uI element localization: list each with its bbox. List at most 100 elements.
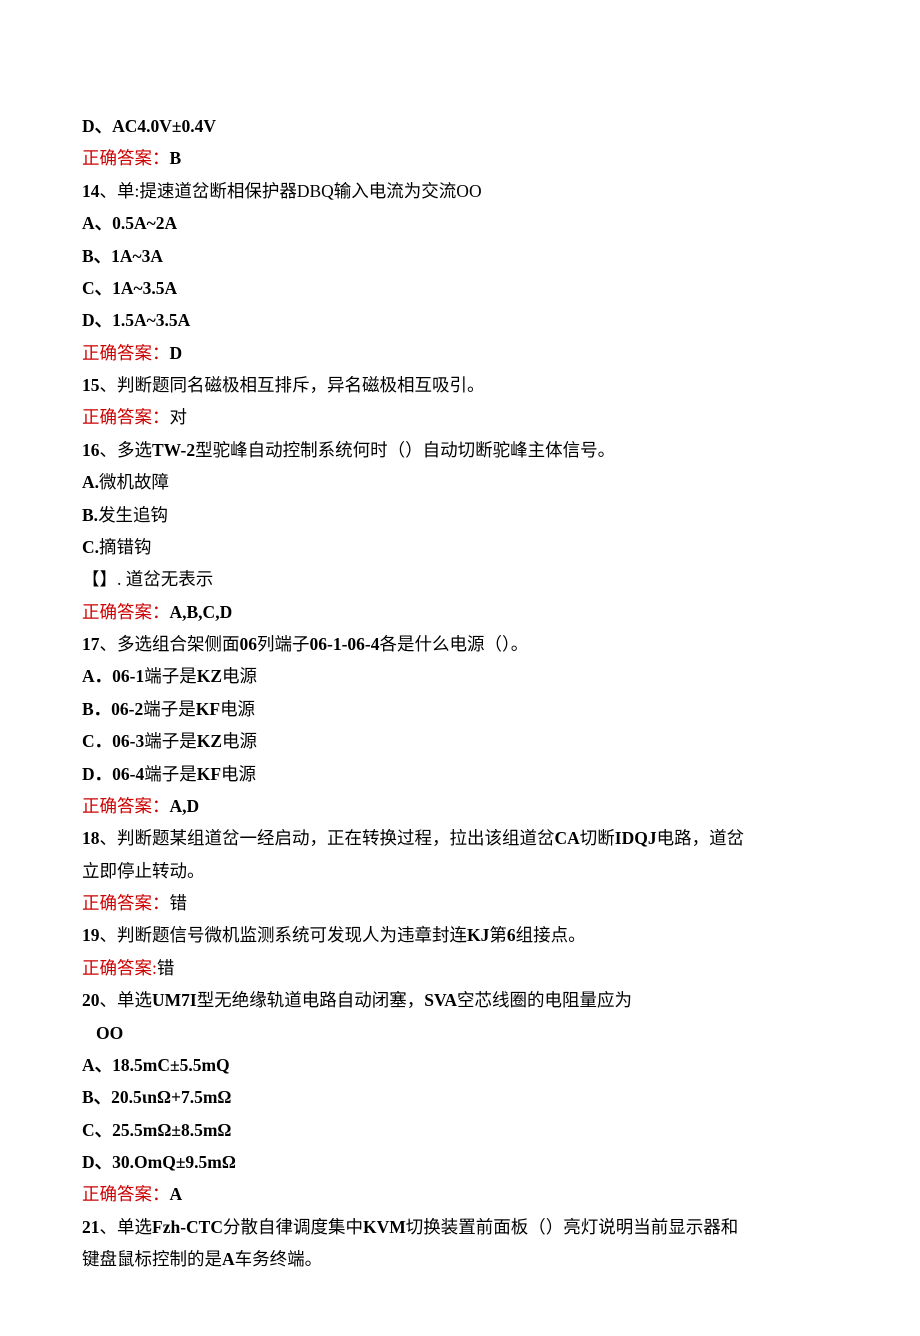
opt-d-head: D．06-4	[82, 764, 144, 784]
opt-a-mid: 端子是	[144, 666, 197, 686]
opt-b-tail: 电源	[220, 699, 255, 719]
opt-a-tail: 电源	[222, 666, 257, 686]
q20-um: UM7I	[152, 990, 197, 1010]
q16-tw2: TW-2	[152, 440, 195, 460]
q18-idqj: IDQJ	[615, 828, 657, 848]
q21-l2b: 车务终端。	[235, 1249, 323, 1269]
q16-num: 16	[82, 440, 100, 460]
q18-s1: 、判断题某组道岔一经启动，正在转换过程，拉出该组道岔	[100, 828, 555, 848]
opt-b-end: KF	[196, 699, 220, 719]
q19-kj: KJ	[467, 925, 489, 945]
opt-c-mid: 端子是	[144, 731, 197, 751]
q17-p1: 列端子	[257, 634, 310, 654]
q17-option-b: B．06-2端子是KF电源	[82, 693, 838, 725]
opt-a-end: KZ	[197, 666, 222, 686]
q20-option-c: C、25.5mΩ±8.5mΩ	[82, 1114, 838, 1146]
document-page: D、AC4.0V±0.4V 正确答案：B 14、单:提速道岔断相保护器DBQ输入…	[0, 0, 920, 1336]
answer-value: D	[170, 343, 183, 363]
q16-option-b: B.发生追钩	[82, 499, 838, 531]
opt-c-head: C．06-3	[82, 731, 144, 751]
answer-value: 错	[157, 958, 175, 978]
q19-six: 6	[507, 925, 516, 945]
answer-value: A	[170, 1184, 183, 1204]
q16-option-d: 【】. 道岔无表示	[82, 563, 838, 595]
answer-label: 正确答案：	[82, 343, 170, 363]
q20-answer: 正确答案：A	[82, 1178, 838, 1210]
opt-d-mid: 端子是	[144, 764, 197, 784]
q16-pre: 、多选	[100, 440, 153, 460]
q19-stem: 19、判断题信号微机监测系统可发现人为违章封连KJ第6组接点。	[82, 919, 838, 951]
q20-option-d: D、30.OmQ±9.5mΩ	[82, 1146, 838, 1178]
q20-option-b: B、20.5ιnΩ+7.5mΩ	[82, 1081, 838, 1113]
answer-label: 正确答案：	[82, 796, 170, 816]
q21-fzh: Fzh-CTC	[152, 1217, 223, 1237]
q19-mid: 第	[489, 925, 507, 945]
q16-option-c: C.摘错钩	[82, 531, 838, 563]
q14-stem-text: 、单:提速道岔断相保护器DBQ输入电流为交流OO	[100, 181, 482, 201]
answer-value: 对	[170, 407, 188, 427]
q18-tail: 电路，道岔	[657, 828, 745, 848]
q13-option-d: D、AC4.0V±0.4V	[82, 110, 838, 142]
answer-value: 错	[170, 893, 188, 913]
answer-label: 正确答案：	[82, 407, 170, 427]
q16-answer: 正确答案：A,B,C,D	[82, 596, 838, 628]
q19-num: 19	[82, 925, 100, 945]
q20-num: 20	[82, 990, 100, 1010]
q20-stem: 20、单选UM7I型无绝缘轨道电路自动闭塞，SVA空芯线圈的电阻量应为	[82, 984, 838, 1016]
q17-p2: 各是什么电源（）。	[379, 634, 528, 654]
q15-stem: 15、判断题同名磁极相互排斥，异名磁极相互吸引。	[82, 369, 838, 401]
q20-oo: OO	[82, 1017, 838, 1049]
q21-l2a: 键盘鼠标控制的是	[82, 1249, 222, 1269]
q14-option-b: B、1A~3A	[82, 240, 838, 272]
q20-mid: 型无绝缘轨道电路自动闭塞，	[197, 990, 425, 1010]
opt-b-head: B．06-2	[82, 699, 143, 719]
opt-c-end: KZ	[197, 731, 222, 751]
opt-a-text: 微机故障	[99, 472, 169, 492]
q15-answer: 正确答案：对	[82, 401, 838, 433]
opt-d-tail: 电源	[221, 764, 256, 784]
q20-option-a: A、18.5mC±5.5mQ	[82, 1049, 838, 1081]
answer-label: 正确答案：	[82, 148, 170, 168]
q17-num: 17	[82, 634, 100, 654]
q19-tail: 组接点。	[516, 925, 586, 945]
q15-stem-text: 、判断题同名磁极相互排斥，异名磁极相互吸引。	[100, 375, 485, 395]
q18-mid: 切断	[580, 828, 615, 848]
answer-label: 正确答案：	[82, 1184, 170, 1204]
q21-mid1: 分散自律调度集中	[223, 1217, 363, 1237]
q16-post: 型驼峰自动控制系统何时（）自动切断驼峰主体信号。	[195, 440, 615, 460]
opt-c-text: 摘错钩	[99, 537, 152, 557]
q21-num: 21	[82, 1217, 100, 1237]
opt-a-head: A．06-1	[82, 666, 144, 686]
q19-answer: 正确答案:错	[82, 952, 838, 984]
q14-option-c: C、1A~3.5A	[82, 272, 838, 304]
answer-value: A,D	[170, 796, 200, 816]
opt-b-text: 发生追钩	[98, 505, 168, 525]
q17-stem: 17、多选组合架侧面06列端子06-1-06-4各是什么电源（）。	[82, 628, 838, 660]
q16-stem: 16、多选TW-2型驼峰自动控制系统何时（）自动切断驼峰主体信号。	[82, 434, 838, 466]
q18-stem: 18、判断题某组道岔一经启动，正在转换过程，拉出该组道岔CA切断IDQJ电路，道…	[82, 822, 838, 854]
answer-label: 正确答案：	[82, 602, 170, 622]
q14-option-a: A、0.5A~2A	[82, 207, 838, 239]
q20-pre: 、单选	[100, 990, 153, 1010]
opt-b-mid: 端子是	[143, 699, 196, 719]
answer-label: 正确答案：	[82, 893, 170, 913]
q18-num: 18	[82, 828, 100, 848]
q20-tail: 空芯线圈的电阻量应为	[457, 990, 632, 1010]
q17-pre: 、多选组合架侧面	[100, 634, 240, 654]
q17-06: 06	[240, 634, 258, 654]
q17-option-a: A．06-1端子是KZ电源	[82, 660, 838, 692]
q18-stem-line2: 立即停止转动。	[82, 855, 838, 887]
q17-range: 06-1-06-4	[310, 634, 380, 654]
answer-value: A,B,C,D	[170, 602, 233, 622]
q14-option-d: D、1.5A~3.5A	[82, 304, 838, 336]
answer-label: 正确答案:	[82, 958, 157, 978]
q14-stem: 14、单:提速道岔断相保护器DBQ输入电流为交流OO	[82, 175, 838, 207]
answer-value: B	[170, 148, 182, 168]
q20-sva: SVA	[424, 990, 457, 1010]
opt-b-label: B.	[82, 505, 98, 525]
q15-num: 15	[82, 375, 100, 395]
q18-ca: CA	[555, 828, 580, 848]
q17-option-d: D．06-4端子是KF电源	[82, 758, 838, 790]
q18-answer: 正确答案：错	[82, 887, 838, 919]
q21-stem-line2: 键盘鼠标控制的是A车务终端。	[82, 1243, 838, 1275]
